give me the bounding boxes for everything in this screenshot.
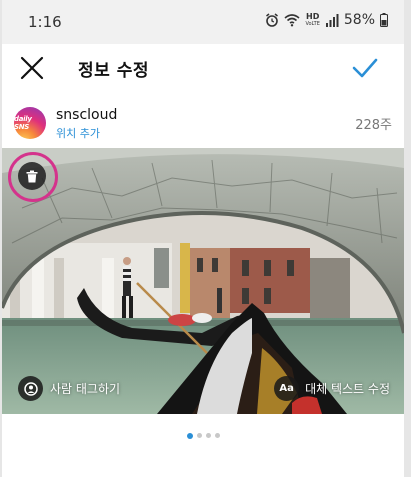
network-type: HD VoLTE bbox=[305, 12, 320, 28]
battery-percent: 58% bbox=[343, 12, 375, 28]
carousel-dot-3 bbox=[205, 433, 211, 438]
status-bar: 1:16 HD VoLTE 58% bbox=[2, 0, 404, 44]
delete-photo-button[interactable] bbox=[18, 162, 46, 190]
text-icon: Aa bbox=[274, 376, 300, 401]
edit-header: 정보 수정 bbox=[2, 44, 404, 92]
battery-icon bbox=[380, 13, 388, 27]
wifi-icon bbox=[284, 14, 300, 27]
edit-alt-text-button[interactable]: Aa 대체 텍스트 수정 bbox=[274, 376, 390, 401]
carousel-dot-2 bbox=[196, 433, 202, 438]
status-time: 1:16 bbox=[28, 13, 62, 31]
page-title: 정보 수정 bbox=[78, 61, 149, 81]
username[interactable]: snscloud bbox=[56, 107, 117, 123]
screen: 1:16 HD VoLTE 58% 정보 수정 daily SNS snsclo… bbox=[2, 0, 404, 477]
carousel-dot-1 bbox=[186, 432, 193, 439]
post-photo[interactable]: 사람 태그하기 Aa 대체 텍스트 수정 bbox=[2, 148, 404, 414]
person-icon bbox=[18, 376, 43, 401]
checkmark-icon bbox=[352, 58, 378, 78]
alarm-icon bbox=[266, 13, 279, 27]
trash-icon bbox=[26, 170, 38, 182]
carousel-indicator bbox=[2, 432, 404, 441]
venice-gondola-photo bbox=[2, 148, 404, 414]
avatar[interactable]: daily SNS bbox=[14, 107, 46, 139]
carousel-dot-4 bbox=[214, 433, 220, 438]
close-icon bbox=[20, 56, 44, 80]
signal-icon bbox=[325, 13, 339, 27]
tag-people-label: 사람 태그하기 bbox=[50, 382, 121, 396]
alt-text-label: 대체 텍스트 수정 bbox=[305, 382, 390, 396]
status-icons: HD VoLTE 58% bbox=[265, 12, 388, 28]
post-age: 228주 bbox=[355, 118, 392, 133]
tag-people-button[interactable]: 사람 태그하기 bbox=[18, 376, 120, 401]
post-author-row: daily SNS snscloud 위치 추가 228주 bbox=[2, 100, 404, 144]
done-button[interactable] bbox=[351, 55, 379, 81]
close-button[interactable] bbox=[19, 55, 45, 81]
add-location-link[interactable]: 위치 추가 bbox=[56, 125, 100, 141]
